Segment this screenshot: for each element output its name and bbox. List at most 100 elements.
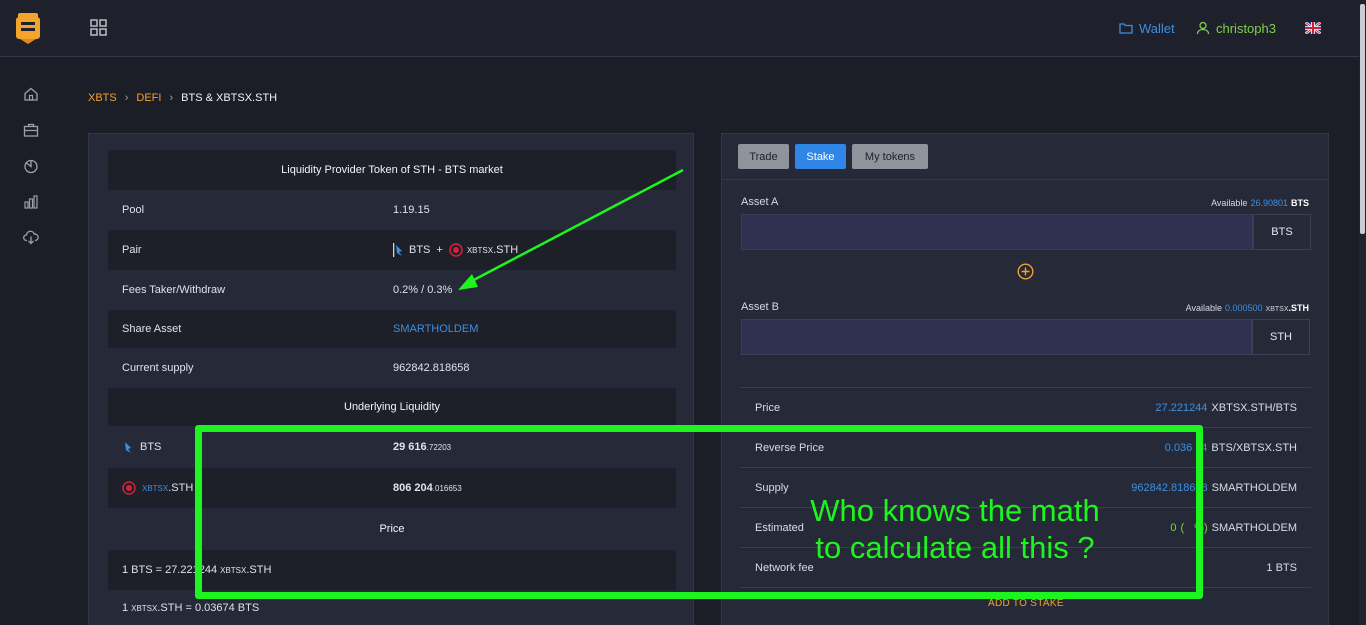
pool-label: Pool bbox=[122, 204, 145, 216]
info-price-label: Price bbox=[755, 401, 781, 414]
info-supply-number: 962842.8186 8 bbox=[1131, 482, 1207, 494]
stake-panel: Trade Stake My tokens Asset A Available … bbox=[721, 133, 1329, 625]
pair-plus: + bbox=[436, 244, 443, 256]
sth-icon bbox=[122, 481, 136, 495]
info-estimated-value: 0 ( %) SMARTHOLDEM bbox=[1170, 522, 1297, 534]
info-reverse-number-tail: 4 bbox=[1201, 441, 1208, 454]
tab-trade[interactable]: Trade bbox=[738, 144, 789, 169]
info-price-number: 27.221244 bbox=[1155, 401, 1208, 414]
fees-value: 0.2% / 0.3% bbox=[393, 284, 453, 296]
asset-a-available-label: Available bbox=[1211, 198, 1248, 208]
username: christoph3 bbox=[1216, 20, 1276, 36]
underlying-sth-prefix: XBTSX bbox=[142, 484, 169, 493]
uk-flag-icon[interactable] bbox=[1305, 22, 1321, 34]
scrollbar-thumb[interactable] bbox=[1360, 4, 1365, 234]
share-row: Share Asset SMARTHOLDEM bbox=[108, 310, 676, 348]
cloud-download-icon[interactable] bbox=[23, 229, 39, 245]
pool-info-title-text: Liquidity Provider Token of STH - BTS ma… bbox=[281, 164, 503, 176]
wallet-label: Wallet bbox=[1139, 20, 1175, 36]
pool-info-title: Liquidity Provider Token of STH - BTS ma… bbox=[108, 150, 676, 190]
wallet-link[interactable]: Wallet bbox=[1119, 20, 1175, 36]
underlying-sth-row: XBTSX .STH 806 204.016653 bbox=[108, 468, 676, 508]
info-estimated-number: 0 bbox=[1170, 521, 1177, 534]
price-line-1-asset-prefix: XBTSX bbox=[220, 566, 247, 575]
price-line-1-asset: .STH bbox=[246, 564, 272, 576]
asset-b-input[interactable] bbox=[741, 319, 1252, 355]
price-line-1-text: 1 BTS = 27.221244 XBTSX .STH bbox=[122, 564, 271, 576]
info-supply-value: 962842.8186 8 SMARTHOLDEM bbox=[1131, 482, 1297, 494]
xbts-logo-icon[interactable] bbox=[14, 11, 42, 45]
tab-my-tokens[interactable]: My tokens bbox=[852, 144, 928, 169]
top-bar: Wallet christoph3 bbox=[0, 0, 1366, 57]
bts-icon bbox=[125, 442, 131, 453]
info-row-price: Price 27.221244 XBTSX.STH/BTS bbox=[741, 388, 1311, 428]
asset-a-available-unit: BTS bbox=[1291, 198, 1309, 208]
asset-a-label: Asset A bbox=[741, 196, 779, 208]
fees-row: Fees Taker/Withdraw 0.2% / 0.3% bbox=[108, 270, 676, 310]
briefcase-icon[interactable] bbox=[23, 122, 39, 138]
asset-a-input[interactable] bbox=[741, 214, 1253, 250]
add-to-stake-button[interactable]: ADD TO STAKE bbox=[988, 598, 1064, 609]
user-link[interactable]: christoph3 bbox=[1196, 20, 1276, 36]
price-line-2-asset: .STH = 0.03674 BTS bbox=[157, 602, 260, 614]
underlying-title: Underlying Liquidity bbox=[108, 388, 676, 426]
stake-info-table: Price 27.221244 XBTSX.STH/BTS Reverse Pr… bbox=[741, 387, 1311, 588]
info-supply-number-head: 962842.8186 bbox=[1131, 481, 1196, 494]
pool-value: 1.19.15 bbox=[393, 204, 430, 216]
info-row-estimated: Estimated 0 ( %) SMARTHOLDEM bbox=[741, 508, 1311, 548]
price-line-2-text: 1 XBTSX .STH = 0.03674 BTS bbox=[122, 602, 259, 614]
info-row-supply: Supply 962842.8186 8 SMARTHOLDEM bbox=[741, 468, 1311, 508]
chart-pie-icon[interactable] bbox=[23, 158, 39, 174]
info-reverse-unit: BTS/XBTSX.STH bbox=[1211, 441, 1297, 454]
side-nav bbox=[0, 57, 62, 625]
price-title: Price bbox=[108, 508, 676, 550]
tab-stake[interactable]: Stake bbox=[795, 144, 846, 169]
pair-row: Pair BTS + XBTSX .STH bbox=[108, 230, 676, 270]
breadcrumb: XBTS › DEFI › BTS & XBTSX.STH bbox=[88, 92, 277, 104]
breadcrumb-current: BTS & XBTSX.STH bbox=[181, 92, 278, 104]
info-fee-value: 1 BTS bbox=[1266, 561, 1297, 574]
info-estimated-paren: ( bbox=[1180, 521, 1188, 534]
pair-asset-b-prefix: XBTSX bbox=[466, 245, 494, 255]
asset-b-available-unit: .STH bbox=[1288, 303, 1309, 313]
breadcrumb-defi[interactable]: DEFI bbox=[136, 92, 161, 104]
asset-a-available: Available 26.90801 BTS bbox=[1211, 198, 1309, 208]
underlying-title-text: Underlying Liquidity bbox=[344, 401, 440, 413]
supply-value: 962842.818658 bbox=[393, 362, 470, 374]
supply-row: Current supply 962842.818658 bbox=[108, 348, 676, 388]
price-line-1: 1 BTS = 27.221244 XBTSX .STH bbox=[108, 550, 676, 590]
info-supply-number-tail: 8 bbox=[1201, 481, 1208, 494]
info-reverse-number: 0.036 4 bbox=[1165, 442, 1208, 454]
pair-asset-a: BTS bbox=[409, 244, 431, 256]
user-icon bbox=[1196, 21, 1210, 35]
asset-a-available-value[interactable]: 26.90801 bbox=[1250, 198, 1288, 208]
underlying-bts-label: BTS bbox=[122, 440, 161, 454]
asset-b-available-value[interactable]: 0.000500 bbox=[1225, 303, 1263, 313]
underlying-bts-dec: .72203 bbox=[426, 442, 452, 452]
breadcrumb-xbts[interactable]: XBTS bbox=[88, 92, 117, 104]
home-icon[interactable] bbox=[23, 86, 39, 102]
price-line-2-asset-prefix: XBTSX bbox=[131, 604, 158, 613]
fees-label: Fees Taker/Withdraw bbox=[122, 284, 226, 296]
underlying-bts-row: BTS 29 616.72203 bbox=[108, 426, 676, 468]
bts-icon bbox=[393, 243, 402, 257]
info-reverse-number-head: 0.036 bbox=[1164, 441, 1193, 454]
info-supply-label: Supply bbox=[755, 481, 789, 494]
underlying-sth-label: XBTSX .STH bbox=[122, 481, 193, 495]
price-line-2: 1 XBTSX .STH = 0.03674 BTS bbox=[108, 590, 676, 625]
bar-chart-icon[interactable] bbox=[23, 194, 39, 210]
grid-menu-icon[interactable] bbox=[90, 19, 107, 36]
underlying-sth-value: 806 204.016653 bbox=[393, 482, 462, 494]
info-row-network-fee: Network fee 1 BTS bbox=[741, 548, 1311, 588]
share-asset-link[interactable]: SMARTHOLDEM bbox=[393, 323, 478, 335]
price-title-text: Price bbox=[379, 523, 405, 535]
pair-value: BTS + XBTSX .STH bbox=[393, 243, 518, 257]
underlying-bts-int: 29 616 bbox=[393, 441, 427, 453]
asset-b-label: Asset B bbox=[741, 301, 779, 313]
pool-row: Pool 1.19.15 bbox=[108, 190, 676, 230]
asset-a-unit: BTS bbox=[1253, 214, 1311, 250]
info-reverse-value: 0.036 4 BTS/XBTSX.STH bbox=[1165, 442, 1297, 454]
add-circle-icon[interactable] bbox=[1017, 263, 1034, 280]
supply-label: Current supply bbox=[122, 362, 194, 374]
sth-icon bbox=[449, 243, 463, 257]
